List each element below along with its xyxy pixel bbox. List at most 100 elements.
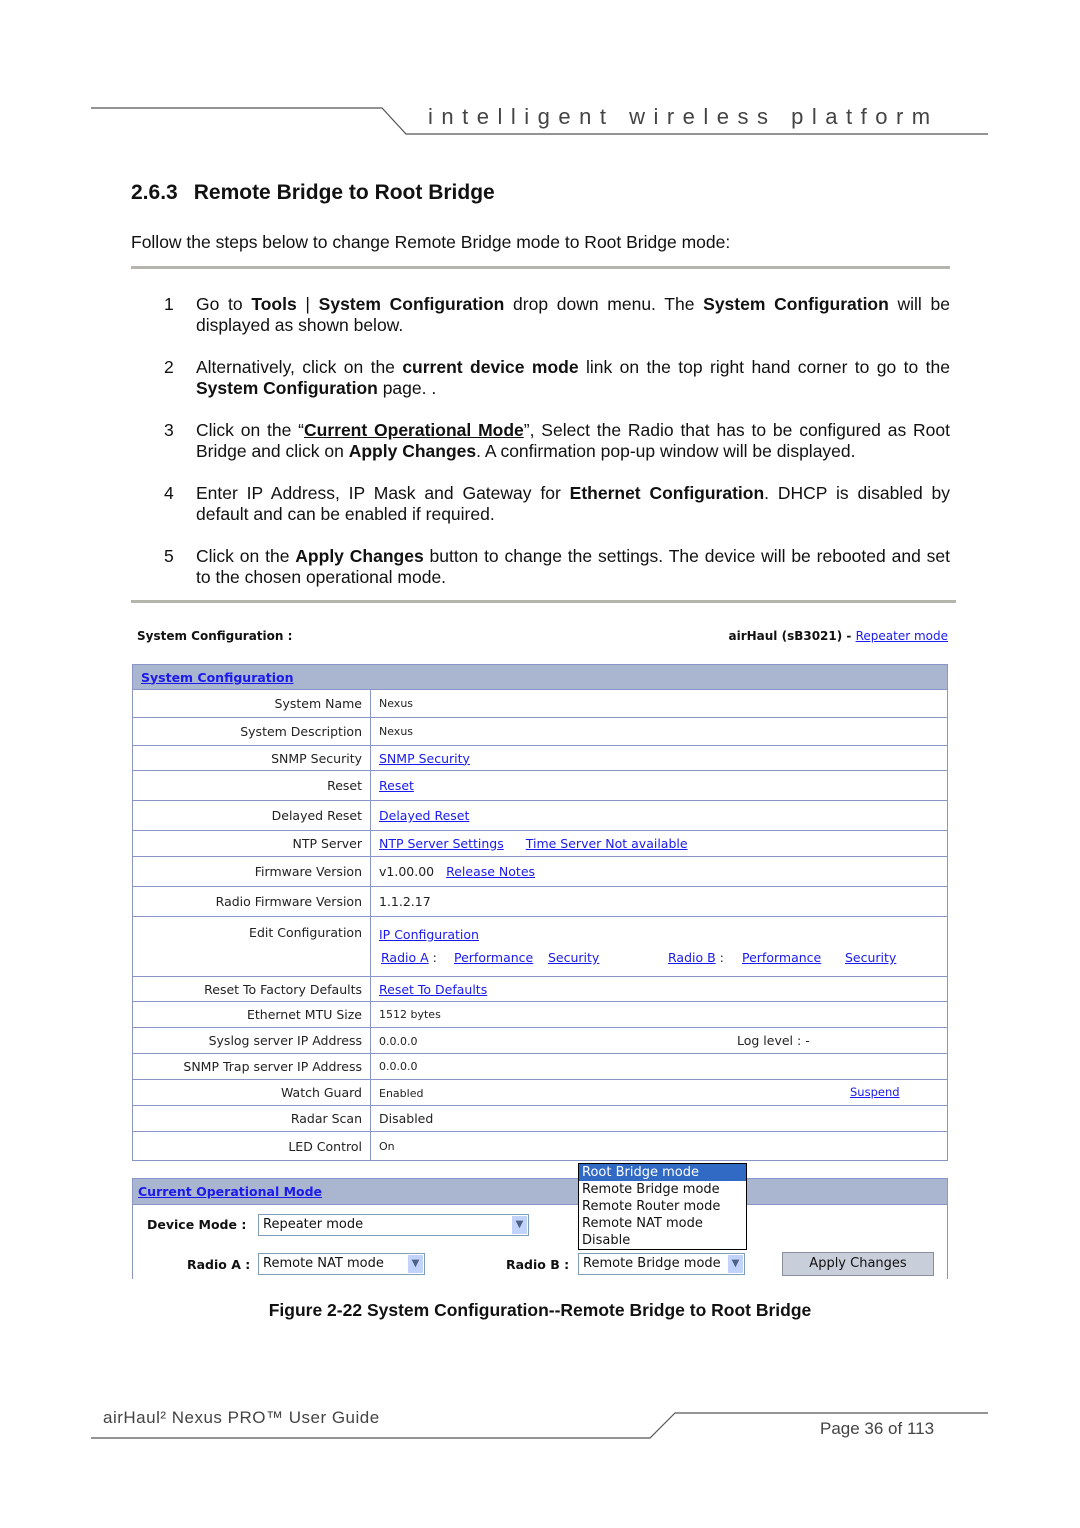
delayed-reset-link[interactable]: Delayed Reset (379, 808, 469, 823)
step-number: 5 (164, 546, 174, 566)
table-row: Syslog server IP Address 0.0.0.0 Log level… (132, 1027, 948, 1054)
radio-a-select[interactable]: Remote NAT mode ▼ (258, 1253, 425, 1275)
row-label: Radio Firmware Version (132, 886, 371, 917)
log-level-value: - (805, 1033, 810, 1048)
device-name: airHaul (sB3021) - (728, 629, 856, 643)
step-item: 1 Go to Tools | System Configuration drop… (160, 294, 950, 336)
row-value: 0.0.0.0 (379, 1035, 418, 1048)
time-server-link[interactable]: Time Server Not available (526, 836, 688, 851)
table-row: Delayed Reset Delayed Reset (132, 800, 948, 831)
table-row: System Description Nexus (132, 717, 948, 746)
step-number: 2 (164, 357, 174, 377)
radio-b-security-link[interactable]: Security (845, 950, 896, 965)
row-label: Reset To Factory Defaults (132, 976, 371, 1002)
step-item: 4 Enter IP Address, IP Mask and Gateway f… (160, 483, 950, 525)
radio-a-security-link[interactable]: Security (548, 950, 599, 965)
radio-a-label: Radio A : (187, 1257, 251, 1272)
device-mode-select[interactable]: Repeater mode ▼ (258, 1214, 529, 1236)
row-value: v1.00.00 (379, 864, 435, 879)
table-row: System Name Nexus (132, 689, 948, 718)
radio-b-value: Remote Bridge mode (583, 1256, 721, 1271)
row-label: Syslog server IP Address (132, 1027, 371, 1054)
suspend-link[interactable]: Suspend (850, 1085, 900, 1099)
mode-link[interactable]: Repeater mode (856, 629, 948, 643)
row-label: Radar Scan (132, 1105, 371, 1132)
log-level-label: Log level : (737, 1033, 802, 1048)
table-row: Reset To Factory Defaults Reset To Defaul… (132, 976, 948, 1002)
radio-b-select[interactable]: Remote Bridge mode ▼ (578, 1253, 745, 1275)
document-page: intelligent wireless platform 2.6.3 Remot… (0, 0, 1080, 1528)
radio-a-performance-link[interactable]: Performance (454, 950, 533, 965)
table-row: NTP Server NTP Server Settings Time Server… (132, 830, 948, 857)
table-row: Reset Reset (132, 770, 948, 801)
step-item: 3 Click on the “Current Operational Mode”… (160, 420, 950, 462)
dropdown-option[interactable]: Remote Router mode (579, 1198, 746, 1215)
snmp-security-link[interactable]: SNMP Security (379, 751, 470, 766)
step-text: Click on the Apply Changes button to cha… (196, 546, 951, 587)
row-label: NTP Server (132, 830, 371, 857)
chevron-down-icon: ▼ (512, 1216, 527, 1234)
table-row: Watch Guard Enabled Suspend (132, 1079, 948, 1106)
row-value: Nexus (370, 689, 948, 718)
table-row: Firmware Version v1.00.00 Release Notes (132, 856, 948, 887)
apply-changes-button[interactable]: Apply Changes (782, 1252, 934, 1276)
row-value: 1.1.2.17 (370, 886, 948, 917)
separator: : (719, 950, 724, 965)
intro-text: Follow the steps below to change Remote … (131, 232, 731, 252)
step-text: Alternatively, click on the current devi… (196, 357, 950, 398)
row-label: Firmware Version (132, 856, 371, 887)
row-label: Edit Configuration (132, 916, 371, 977)
step-item: 2 Alternatively, click on the current dev… (160, 357, 950, 399)
ntp-settings-link[interactable]: NTP Server Settings (379, 836, 504, 851)
row-value: Nexus (370, 717, 948, 746)
table-row: Radar Scan Disabled (132, 1105, 948, 1132)
row-value: 1512 bytes (370, 1001, 948, 1028)
reset-defaults-link[interactable]: Reset To Defaults (379, 982, 487, 997)
table-row: Radio Firmware Version 1.1.2.17 (132, 886, 948, 917)
ip-config-link[interactable]: IP Configuration (379, 927, 479, 942)
radio-a-link[interactable]: Radio A (381, 950, 429, 965)
separator: : (432, 950, 437, 965)
radio-b-dropdown-list[interactable]: Root Bridge mode Remote Bridge mode Remote… (578, 1163, 747, 1250)
reset-link[interactable]: Reset (379, 778, 414, 793)
row-value: 0.0.0.0 (370, 1053, 948, 1080)
row-label: Ethernet MTU Size (132, 1001, 371, 1028)
row-label: LED Control (132, 1131, 371, 1161)
step-text: Enter IP Address, IP Mask and Gateway fo… (196, 483, 951, 524)
row-label: Reset (132, 770, 371, 801)
row-label: System Description (132, 717, 371, 746)
divider (131, 600, 956, 603)
system-config-table: System Configuration System Name Nexus Sy… (132, 664, 948, 1161)
dropdown-option[interactable]: Disable (579, 1232, 746, 1249)
step-number: 3 (164, 420, 174, 440)
section-number: 2.6.3 (131, 181, 178, 204)
ui-device-info: airHaul (sB3021) - Repeater mode (728, 629, 948, 643)
row-value: On (370, 1131, 948, 1161)
dropdown-option[interactable]: Root Bridge mode (579, 1164, 746, 1181)
release-notes-link[interactable]: Release Notes (446, 864, 535, 879)
row-value: Enabled (379, 1087, 424, 1100)
step-number: 1 (164, 294, 174, 314)
chevron-down-icon: ▼ (728, 1255, 743, 1273)
row-label: Watch Guard (132, 1079, 371, 1106)
radio-a-value: Remote NAT mode (263, 1256, 384, 1271)
row-label: System Name (132, 689, 371, 718)
page-number: Page 36 of 113 (820, 1419, 935, 1438)
dropdown-option[interactable]: Remote NAT mode (579, 1215, 746, 1232)
radio-b-link[interactable]: Radio B (668, 950, 716, 965)
system-config-link[interactable]: System Configuration (141, 670, 294, 685)
step-text: Click on the “Current Operational Mode”,… (196, 420, 951, 461)
row-value: Disabled (370, 1105, 948, 1132)
dropdown-option[interactable]: Remote Bridge mode (579, 1181, 746, 1198)
device-mode-value: Repeater mode (263, 1217, 364, 1232)
step-text: Go to Tools | System Configuration drop … (196, 294, 950, 335)
header-tagline: intelligent wireless platform (428, 104, 939, 129)
step-number: 4 (164, 483, 174, 503)
ui-page-title: System Configuration : (137, 629, 293, 643)
table-row: SNMP Trap server IP Address 0.0.0.0 (132, 1053, 948, 1080)
radio-b-performance-link[interactable]: Performance (742, 950, 821, 965)
table-row: LED Control On (132, 1131, 948, 1161)
current-operational-mode-link[interactable]: Current Operational Mode (138, 1184, 322, 1199)
row-label: SNMP Trap server IP Address (132, 1053, 371, 1080)
table-row: SNMP Security SNMP Security (132, 745, 948, 771)
